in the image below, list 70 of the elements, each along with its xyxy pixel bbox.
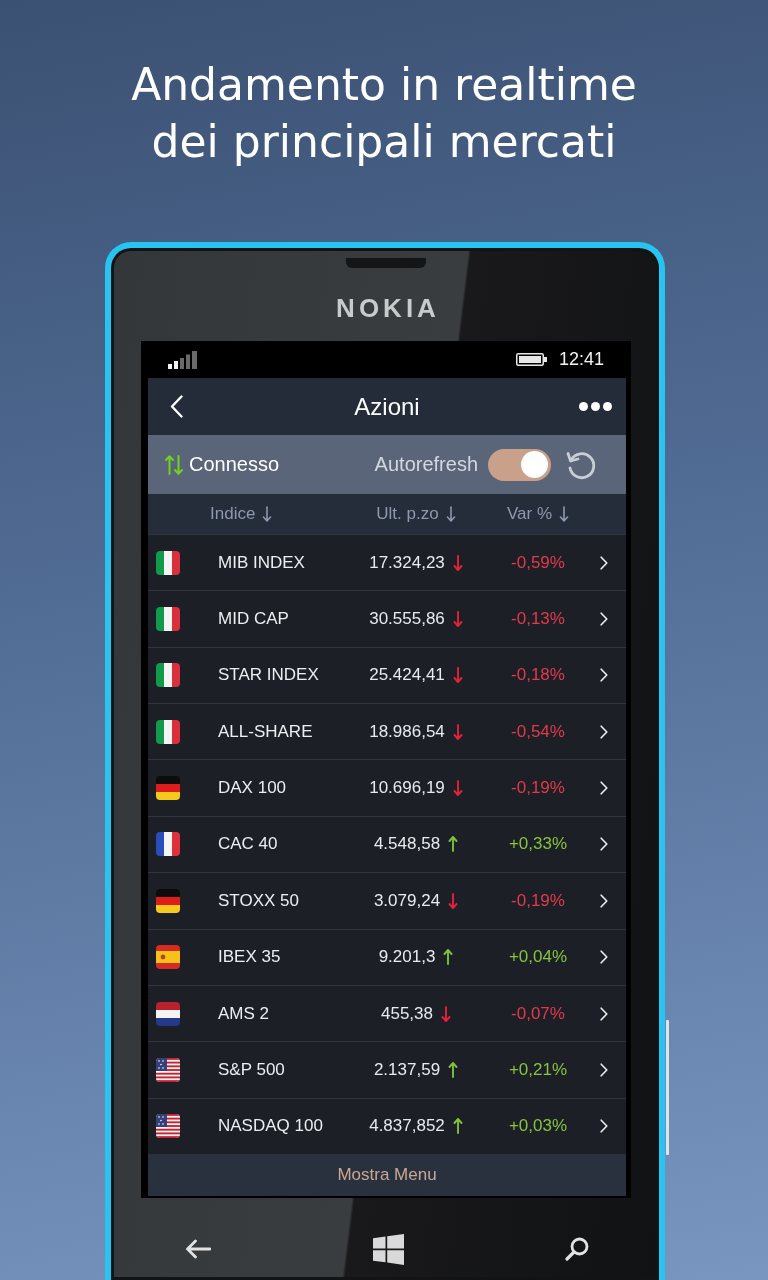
page-title: Azioni — [354, 392, 420, 421]
chevron-right-icon — [600, 1062, 608, 1077]
change-value: -0,13% — [511, 609, 565, 630]
price-value: 9.201,3 — [378, 947, 436, 968]
change-value: -0,18% — [511, 665, 565, 686]
up-down-arrows-icon — [165, 454, 183, 475]
search-button[interactable] — [565, 1237, 589, 1262]
connection-status: Connesso — [189, 453, 280, 476]
index-name: MIB INDEX — [218, 552, 306, 573]
chevron-right-icon — [600, 950, 608, 965]
price-value: 10.696,19 — [369, 778, 445, 799]
ellipsis-icon — [579, 402, 612, 411]
battery-icon — [515, 353, 547, 366]
index-name: STOXX 50 — [218, 890, 300, 911]
headline: Andamento in realtime dei principali mercati — [131, 58, 637, 169]
down-arrow-icon — [445, 506, 456, 522]
index-name: NASDAQ 100 — [218, 1116, 324, 1137]
price-value: 4.548,58 — [373, 834, 441, 855]
search-icon — [565, 1237, 589, 1262]
index-name: S&P 500 — [218, 1059, 286, 1080]
chevron-left-icon — [170, 395, 183, 418]
index-name: ALL-SHARE — [218, 721, 314, 742]
change-value: +0,21% — [508, 1059, 568, 1080]
chevron-right-icon — [600, 724, 608, 739]
index-name: AMS 2 — [218, 1003, 271, 1024]
price-value: 3.079,24 — [373, 890, 441, 911]
chevron-right-icon — [600, 837, 608, 852]
index-name: IBEX 35 — [218, 947, 282, 968]
down-arrow-icon — [262, 506, 273, 522]
chevron-right-icon — [600, 1006, 608, 1021]
index-name: CAC 40 — [218, 834, 279, 855]
column-header[interactable]: Indice — [210, 504, 256, 524]
back-arrow-icon — [185, 1239, 211, 1260]
price-value: 17.324,23 — [369, 552, 445, 573]
change-value: +0,03% — [508, 1116, 568, 1137]
change-value: +0,33% — [508, 834, 568, 855]
more-button[interactable] — [579, 402, 612, 411]
change-value: -0,59% — [511, 552, 565, 573]
price-value: 2.137,59 — [373, 1059, 441, 1080]
index-name: MID CAP — [218, 609, 290, 630]
change-value: -0,19% — [511, 890, 565, 911]
signal-icon — [168, 350, 197, 369]
chevron-right-icon — [600, 781, 608, 796]
down-arrow-icon — [559, 506, 569, 522]
index-name: DAX 100 — [218, 778, 288, 799]
chevron-right-icon — [600, 1119, 608, 1134]
chevron-right-icon — [600, 893, 608, 908]
autorefresh-toggle[interactable] — [488, 448, 551, 481]
chevron-right-icon — [600, 612, 608, 627]
back-button[interactable] — [185, 1239, 211, 1260]
column-header[interactable]: Ult. p.zo — [376, 504, 439, 524]
price-value: 455,38 — [381, 1003, 433, 1024]
start-button[interactable] — [372, 1233, 404, 1265]
chevron-right-icon — [600, 668, 608, 683]
change-value: -0,07% — [511, 1003, 565, 1024]
index-name: STAR INDEX — [218, 665, 320, 686]
window-panes-icon — [372, 1233, 404, 1265]
change-value: +0,04% — [508, 947, 568, 968]
price-value: 4.837,852 — [369, 1116, 445, 1137]
brand-logo: NOKIA — [335, 295, 441, 321]
chevron-right-icon — [600, 555, 608, 570]
column-header[interactable]: Var % — [506, 504, 552, 524]
price-value: 25.424,41 — [369, 665, 445, 686]
price-value: 18.986,54 — [369, 721, 445, 742]
price-value: 30.555,86 — [369, 609, 445, 630]
autorefresh-label: Autorefresh — [374, 453, 478, 476]
change-value: -0,19% — [511, 778, 565, 799]
show-menu-button[interactable]: Mostra Menu — [148, 1153, 626, 1196]
change-value: -0,54% — [511, 721, 565, 742]
status-time: 12:41 — [558, 349, 604, 370]
